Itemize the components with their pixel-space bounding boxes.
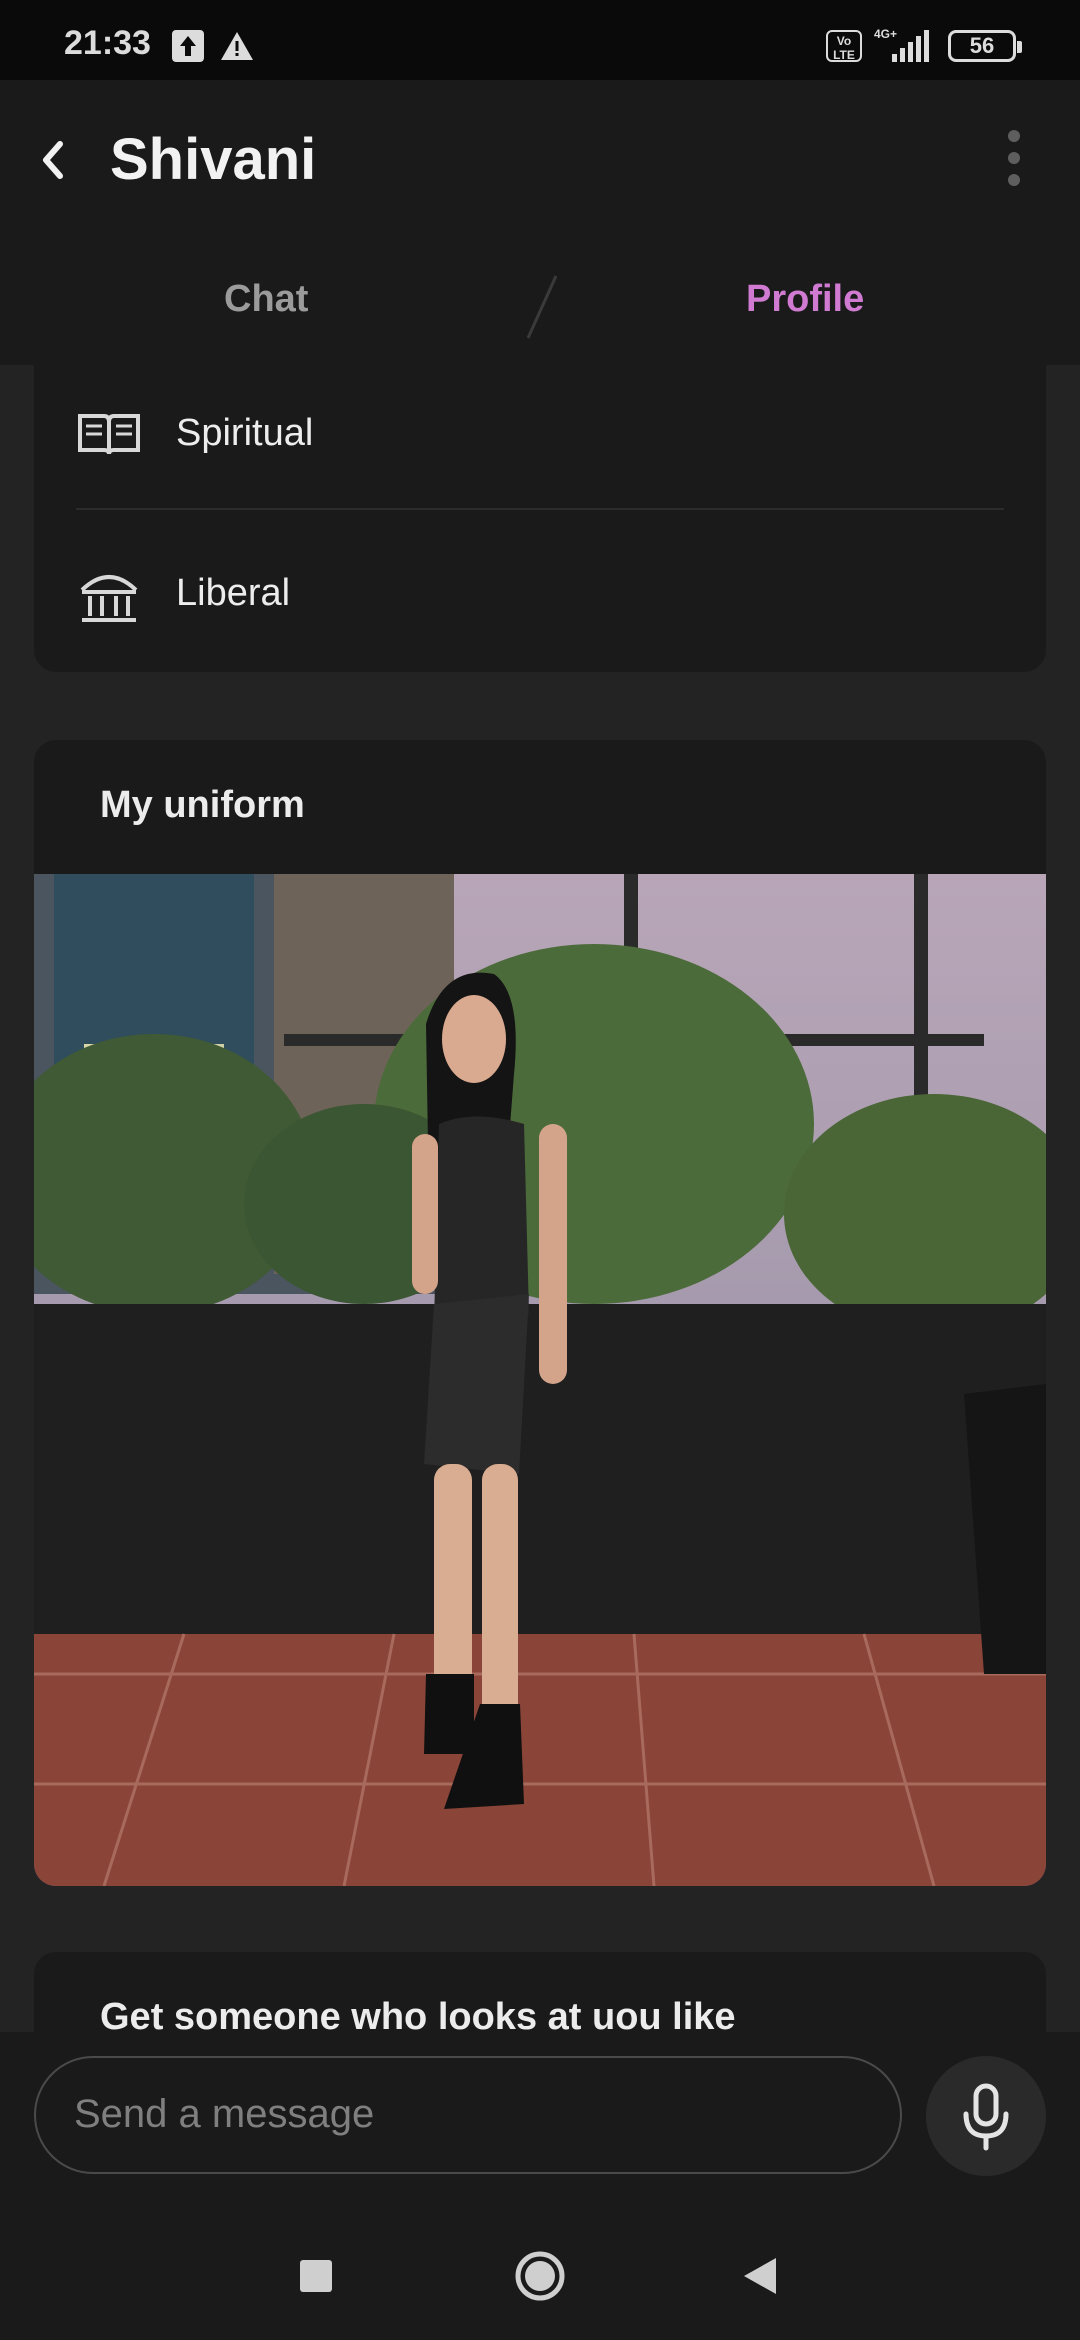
profile-photo[interactable] <box>34 874 1046 1886</box>
upload-icon <box>172 30 204 62</box>
tab-separator <box>524 274 560 340</box>
prompt-card[interactable]: My uniform <box>34 740 1046 1886</box>
info-row-politics: Liberal <box>76 524 1006 664</box>
more-options-icon[interactable] <box>998 130 1030 194</box>
institution-icon <box>76 564 142 624</box>
status-time: 21:33 <box>64 24 151 62</box>
home-icon[interactable] <box>514 2250 566 2302</box>
book-icon <box>76 404 142 464</box>
divider <box>76 508 1004 510</box>
message-input[interactable]: Send a message <box>34 2056 902 2174</box>
volte-icon: Vo LTE <box>826 30 862 62</box>
prompt-card-title: My uniform <box>100 784 305 826</box>
info-label-liberal: Liberal <box>176 572 291 614</box>
recents-icon[interactable] <box>300 2260 332 2292</box>
back-icon[interactable] <box>742 2256 778 2296</box>
warning-icon <box>220 30 254 62</box>
back-arrow-icon[interactable] <box>34 132 74 188</box>
page-title: Shivani <box>110 127 317 192</box>
signal-icon: 4G+ <box>874 26 934 66</box>
battery-icon: 56 <box>948 30 1022 62</box>
microphone-icon[interactable] <box>926 2056 1046 2176</box>
message-placeholder: Send a message <box>74 2092 375 2136</box>
tab-chat[interactable]: Chat <box>224 278 308 321</box>
network-type: 4G+ <box>874 27 897 41</box>
info-row-religion: Spiritual <box>76 364 1006 504</box>
status-bar: 21:33 Vo LTE 4G+ 56 <box>0 0 1080 80</box>
info-label-spiritual: Spiritual <box>176 412 314 454</box>
tab-profile[interactable]: Profile <box>746 278 864 321</box>
